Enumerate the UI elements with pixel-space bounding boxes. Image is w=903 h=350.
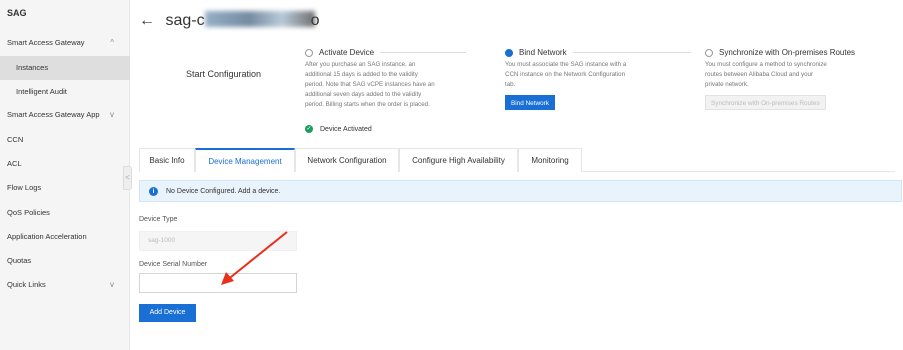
- annotation-arrow-icon: [221, 231, 288, 285]
